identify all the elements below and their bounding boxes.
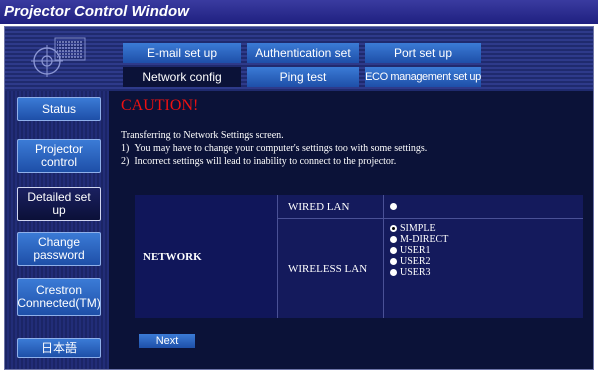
option-user1[interactable]: USER1	[390, 245, 583, 256]
tab-eco-management-setup[interactable]: ECO management set up	[365, 67, 481, 87]
tab-port-setup[interactable]: Port set up	[365, 43, 481, 63]
option-label: SIMPLE	[400, 223, 436, 234]
content-panel: CAUTION! Transferring to Network Setting…	[113, 91, 593, 369]
radio-simple[interactable]	[390, 225, 397, 233]
wireless-lan-label: WIRELESS LAN	[277, 219, 383, 318]
option-label: USER1	[400, 245, 431, 256]
tab-ping-test[interactable]: Ping test	[247, 67, 359, 87]
option-label: USER3	[400, 267, 431, 278]
option-label: USER2	[400, 256, 431, 267]
sidebar-item-japanese[interactable]: 日本語	[17, 338, 101, 358]
option-user2[interactable]: USER2	[390, 256, 583, 267]
note-line: 2) Incorrect settings will lead to inabi…	[121, 156, 397, 167]
option-simple[interactable]: SIMPLE	[390, 223, 583, 234]
tab-authentication-setup[interactable]: Authentication set up	[247, 43, 359, 80]
option-user3[interactable]: USER3	[390, 267, 583, 278]
caution-title: CAUTION!	[121, 97, 199, 114]
sidebar	[5, 91, 109, 369]
network-table: NETWORK WIRED LAN WIRELESS LAN SIMPLE M-…	[135, 195, 583, 318]
tab-network-config[interactable]: Network config	[123, 67, 241, 87]
sidebar-item-status[interactable]: Status	[17, 97, 101, 121]
sidebar-item-detailed-setup[interactable]: Detailed set up	[17, 187, 101, 221]
radio-m-direct[interactable]	[390, 236, 397, 244]
next-button[interactable]: Next	[139, 334, 195, 348]
main-frame: Status Projector control Detailed set up…	[4, 26, 594, 370]
window-title: Projector Control Window	[0, 0, 598, 24]
radio-user1[interactable]	[390, 247, 397, 255]
option-label: M-DIRECT	[400, 234, 449, 245]
note-line: Transferring to Network Settings screen.	[121, 130, 284, 141]
sidebar-item-projector-control[interactable]: Projector control	[17, 139, 101, 173]
sidebar-item-crestron[interactable]: Crestron Connected(TM)	[17, 278, 101, 316]
option-m-direct[interactable]: M-DIRECT	[390, 234, 583, 245]
notes: Transferring to Network Settings screen.…	[121, 129, 591, 168]
wired-lan-label: WIRED LAN	[277, 195, 383, 219]
network-label: NETWORK	[135, 195, 277, 318]
note-line: 1) You may have to change your computer'…	[121, 143, 428, 154]
wired-lan-radio[interactable]	[390, 203, 397, 210]
tab-email-setup[interactable]: E-mail set up	[123, 43, 241, 63]
sidebar-item-change-password[interactable]: Change password	[17, 232, 101, 266]
radio-user3[interactable]	[390, 269, 397, 277]
wired-lan-value	[383, 195, 583, 219]
radio-user2[interactable]	[390, 258, 397, 266]
wireless-lan-options: SIMPLE M-DIRECT USER1 USER2 USER3	[383, 219, 583, 318]
panasonic-logo-icon	[31, 37, 86, 77]
